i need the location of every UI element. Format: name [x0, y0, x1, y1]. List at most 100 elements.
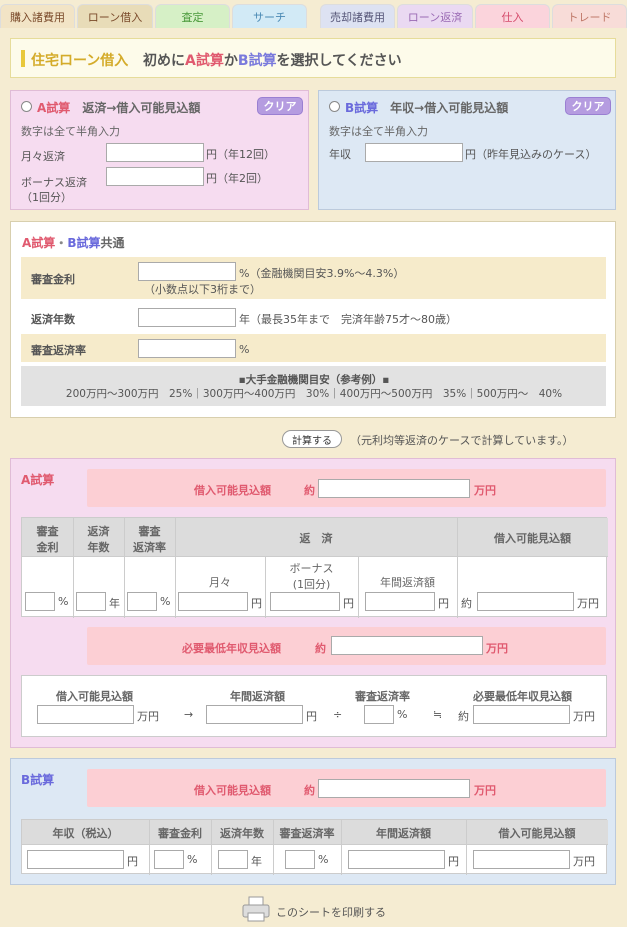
years-input[interactable] [138, 308, 236, 327]
tab-label: ローン返済 [407, 10, 463, 24]
unit: % [58, 595, 69, 608]
tab-purchase-costs[interactable]: 購入諸費用 [0, 4, 75, 28]
years-unit: 年（最長35年まで 完済年齢75才〜80歳） [239, 313, 457, 326]
unit: % [187, 853, 198, 866]
tab-trade[interactable]: トレード [552, 4, 627, 28]
rate-note: （小数点以下3桁まで） [144, 283, 261, 296]
unit: 円 [306, 710, 317, 723]
divider [22, 844, 608, 845]
a-rate-output[interactable] [25, 592, 55, 611]
tab-loan-borrow[interactable]: ローン借入 [77, 4, 153, 28]
unit: % [160, 595, 171, 608]
a-bonus-output[interactable] [270, 592, 340, 611]
formula-annual-output[interactable] [206, 705, 303, 724]
years-label: 返済年数 [31, 313, 75, 326]
tab-label: 仕入 [501, 10, 524, 24]
unit: 年 [109, 597, 120, 610]
sub-annual: 年間返済額 [380, 576, 435, 589]
income-label: 年収 [329, 148, 351, 161]
min-income-output[interactable] [331, 636, 483, 655]
b-box-title: B試算 年収→借入可能見込額 [345, 101, 509, 115]
unit: 約 [458, 710, 469, 723]
min-income-approx: 約 [315, 642, 326, 655]
monthly-input[interactable] [106, 143, 204, 162]
b-clear-button[interactable]: クリア [565, 97, 611, 115]
bonus-label: ボーナス返済 [21, 176, 87, 189]
printer-icon [242, 896, 270, 922]
a-years-output[interactable] [76, 592, 106, 611]
a-loan-table-output[interactable] [477, 592, 574, 611]
tab-label: トレード [567, 10, 612, 24]
b-ratio-output[interactable] [285, 850, 315, 869]
th-repay: 返 済 [299, 532, 333, 545]
unit: 円 [438, 597, 449, 610]
b-input-box: B試算 年収→借入可能見込額 クリア 数字は全て半角入力 年収 円（昨年見込みの… [318, 90, 616, 210]
monthly-unit: 円（年12回） [206, 148, 275, 161]
rate-label: 審査金利 [31, 273, 75, 286]
b-loan-approx: 約 [304, 784, 315, 797]
b-result-title: B試算 [21, 773, 55, 787]
th-years: 返済年数 [87, 525, 110, 554]
a-box-title: A試算 返済→借入可能見込額 [37, 101, 201, 115]
ratio-input[interactable] [138, 339, 236, 358]
reference-text: 200万円〜300万円 25%｜300万円〜400万円 30%｜400万円〜50… [65, 388, 563, 400]
tab-sale-costs[interactable]: 売却諸費用 [320, 4, 395, 28]
reference-title: ▪大手金融機関目安（参考例）▪ [238, 374, 390, 386]
print-label: このシートを印刷する [276, 906, 386, 919]
th-rate: 審査金利 [158, 827, 202, 840]
a-monthly-output[interactable] [178, 592, 248, 611]
b-rate-output[interactable] [154, 850, 184, 869]
tab-label: 売却諸費用 [330, 10, 385, 24]
formula-income-output[interactable] [473, 705, 570, 724]
tab-label: 購入諸費用 [10, 10, 65, 24]
arrow: → [184, 708, 194, 721]
print-button[interactable]: このシートを印刷する [242, 896, 392, 922]
sub-bonus: ボーナス (1回分) [289, 562, 334, 591]
min-income-unit: 万円 [486, 642, 508, 655]
bonus-input[interactable] [106, 167, 204, 186]
rate-input[interactable] [138, 262, 236, 281]
a-note: 数字は全て半角入力 [21, 125, 120, 138]
ratio-label: 審査返済率 [31, 344, 86, 357]
a-result-title: A試算 [21, 473, 55, 487]
sub-monthly: 月々 [209, 576, 231, 589]
income-input[interactable] [365, 143, 463, 162]
income-unit: 円（昨年見込みのケース） [465, 148, 597, 161]
tab-appraisal[interactable]: 査定 [155, 4, 230, 28]
tab-loan-repay[interactable]: ローン返済 [397, 4, 473, 28]
b-note: 数字は全て半角入力 [329, 125, 428, 138]
a-loan-unit: 万円 [474, 484, 496, 497]
a-annual-output[interactable] [365, 592, 435, 611]
a-loan-approx: 約 [304, 484, 315, 497]
header-box: 住宅ローン借入 初めにA試算かB試算を選択してください [10, 38, 616, 78]
tab-purchase[interactable]: 仕入 [475, 4, 550, 28]
calc-note: （元利均等返済のケースで計算しています。） [350, 434, 574, 447]
a-loan-output[interactable] [318, 479, 470, 498]
a-clear-button[interactable]: クリア [257, 97, 303, 115]
ratio-row [21, 334, 606, 362]
formula-income-label: 必要最低年収見込額 [473, 690, 572, 703]
b-loan-table-output[interactable] [473, 850, 570, 869]
bonus-label-2: （1回分） [21, 191, 72, 204]
a-radio[interactable] [21, 101, 32, 112]
page-title: 住宅ローン借入 [31, 53, 129, 69]
formula-loan-output[interactable] [37, 705, 134, 724]
a-ratio-output[interactable] [127, 592, 157, 611]
formula-ratio-output[interactable] [364, 705, 394, 724]
th-rate: 審査金利 [36, 525, 59, 554]
b-radio[interactable] [329, 101, 340, 112]
tab-label: ローン借入 [87, 10, 143, 24]
tab-search[interactable]: サーチ [232, 4, 307, 28]
unit: 円 [343, 597, 354, 610]
header-instruction: 初めにA試算かB試算を選択してください [143, 53, 402, 69]
b-income-output[interactable] [27, 850, 124, 869]
b-annual-output[interactable] [348, 850, 445, 869]
b-years-output[interactable] [218, 850, 248, 869]
unit: % [397, 708, 408, 721]
unit: 年 [251, 855, 262, 868]
calculate-button[interactable]: 計算する [282, 430, 342, 448]
th-loan: 借入可能見込額 [498, 827, 576, 840]
b-loan-output[interactable] [318, 779, 470, 798]
a-loan-label: 借入可能見込額 [194, 484, 271, 497]
unit: % [318, 853, 329, 866]
